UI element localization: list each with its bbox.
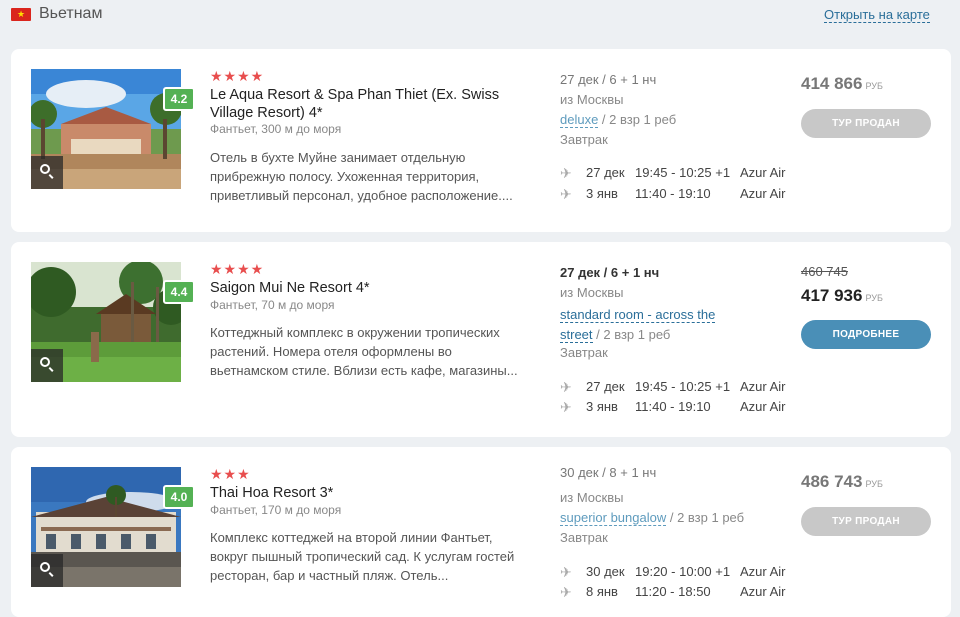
- price-value: 486 743: [801, 472, 863, 491]
- zoom-button[interactable]: [31, 554, 63, 587]
- flight-airline: Azur Air: [740, 564, 786, 579]
- plane-return-icon: ✈: [560, 186, 572, 202]
- plane-outbound-icon: ✈: [560, 165, 572, 181]
- price-value: 417 936: [801, 286, 863, 305]
- plane-return-icon: ✈: [560, 399, 572, 415]
- hotel-description: Комплекс коттеджей на второй линии Фанть…: [210, 530, 515, 583]
- rating-badge: 4.0: [163, 485, 195, 509]
- departure-city: из Москвы: [560, 92, 624, 107]
- hotel-name-link[interactable]: Le Aqua Resort & Spa Phan Thiet (Ex. Swi…: [210, 86, 510, 122]
- flight-time: 11:40 - 19:10: [635, 186, 711, 201]
- hotel-card: 4.0 ★★★ Thai Hoa Resort 3* Фантьет, 170 …: [11, 447, 951, 617]
- rating-badge: 4.4: [163, 280, 195, 304]
- flight-time: 11:40 - 19:10: [635, 399, 711, 414]
- hotel-location: Фантьет, 70 м до моря: [210, 298, 335, 312]
- hotel-name-link[interactable]: Saigon Mui Ne Resort 4*: [210, 279, 510, 297]
- tour-price: 414 866 РУБ: [801, 74, 883, 94]
- price-currency: РУБ: [865, 293, 883, 303]
- tour-sold-button[interactable]: ТУР ПРОДАН: [801, 507, 931, 536]
- flight-time: 11:20 - 18:50: [635, 584, 711, 599]
- hotel-card: 4.2 ★★★★ Le Aqua Resort & Spa Phan Thiet…: [11, 49, 951, 232]
- hotel-card: 4.4 ★★★★ Saigon Mui Ne Resort 4* Фантьет…: [11, 242, 951, 437]
- magnifier-icon: [40, 164, 50, 174]
- hotel-stars: ★★★★: [210, 261, 265, 277]
- hotel-location: Фантьет, 170 м до моря: [210, 503, 342, 517]
- flight-airline: Azur Air: [740, 165, 786, 180]
- meal-plan: Завтрак: [560, 132, 608, 147]
- flight-return: ✈ 3 янв 11:40 - 19:10 Azur Air: [560, 397, 800, 417]
- departure-city: из Москвы: [560, 490, 624, 505]
- flight-date: 8 янв: [586, 584, 618, 599]
- tour-dates: 30 дек / 8 + 1 нч: [560, 465, 657, 480]
- flight-airline: Azur Air: [740, 379, 786, 394]
- departure-city: из Москвы: [560, 285, 624, 300]
- rating-badge: 4.2: [163, 87, 195, 111]
- old-price: 460 745: [801, 264, 848, 279]
- hotel-stars: ★★★: [210, 466, 251, 482]
- meal-plan: Завтрак: [560, 345, 608, 360]
- flight-date: 3 янв: [586, 186, 618, 201]
- price-currency: РУБ: [865, 81, 883, 91]
- details-button[interactable]: ПОДРОБНЕЕ: [801, 320, 931, 349]
- flight-time: 19:45 - 10:25 +1: [635, 165, 731, 180]
- flight-date: 3 янв: [586, 399, 618, 414]
- tour-dates: 27 дек / 6 + 1 нч: [560, 72, 657, 87]
- room-info: deluxe / 2 взр 1 реб: [560, 112, 676, 128]
- room-guests: / 2 взр 1 реб: [666, 510, 745, 525]
- room-info: standard room - across the street / 2 вз…: [560, 305, 735, 345]
- room-info: superior bungalow / 2 взр 1 реб: [560, 510, 744, 526]
- open-map-link[interactable]: Открыть на карте: [824, 7, 930, 23]
- hotel-name-link[interactable]: Thai Hoa Resort 3*: [210, 484, 510, 502]
- meal-plan: Завтрак: [560, 530, 608, 545]
- flight-time: 19:20 - 10:00 +1: [635, 564, 731, 579]
- plane-return-icon: ✈: [560, 584, 572, 600]
- flight-airline: Azur Air: [740, 399, 786, 414]
- plane-outbound-icon: ✈: [560, 564, 572, 580]
- hotel-stars: ★★★★: [210, 68, 265, 84]
- tour-dates: 27 дек / 6 + 1 нч: [560, 265, 660, 280]
- magnifier-icon: [40, 562, 50, 572]
- hotel-description: Коттеджный комплекс в окружении тропичес…: [210, 325, 518, 378]
- room-type-link[interactable]: superior bungalow: [560, 510, 667, 526]
- zoom-button[interactable]: [31, 156, 63, 189]
- room-guests: / 2 взр 1 реб: [598, 112, 677, 127]
- flight-airline: Azur Air: [740, 584, 786, 599]
- flight-time: 19:45 - 10:25 +1: [635, 379, 731, 394]
- flight-outbound: ✈ 30 дек 19:20 - 10:00 +1 Azur Air: [560, 562, 800, 582]
- flight-airline: Azur Air: [740, 186, 786, 201]
- flight-outbound: ✈ 27 дек 19:45 - 10:25 +1 Azur Air: [560, 163, 800, 183]
- price-value: 414 866: [801, 74, 863, 93]
- flight-date: 27 дек: [586, 379, 625, 394]
- tour-price: 486 743 РУБ: [801, 472, 883, 492]
- tour-sold-button[interactable]: ТУР ПРОДАН: [801, 109, 931, 138]
- magnifier-icon: [40, 357, 50, 367]
- flight-outbound: ✈ 27 дек 19:45 - 10:25 +1 Azur Air: [560, 377, 800, 397]
- hotel-description: Отель в бухте Муйне занимает отдельную п…: [210, 150, 513, 203]
- room-type-link[interactable]: deluxe: [560, 112, 599, 128]
- flight-date: 30 дек: [586, 564, 625, 579]
- country-title: Вьетнам: [39, 5, 103, 22]
- flight-return: ✈ 8 янв 11:20 - 18:50 Azur Air: [560, 582, 800, 602]
- results-header: ★ Вьетнам Открыть на карте: [0, 0, 960, 36]
- flight-date: 27 дек: [586, 165, 625, 180]
- flight-return: ✈ 3 янв 11:40 - 19:10 Azur Air: [560, 184, 800, 204]
- zoom-button[interactable]: [31, 349, 63, 382]
- tour-price: 417 936 РУБ: [801, 286, 883, 306]
- room-guests: / 2 взр 1 реб: [592, 327, 671, 342]
- price-currency: РУБ: [865, 479, 883, 489]
- hotel-location: Фантьет, 300 м до моря: [210, 122, 342, 136]
- vietnam-flag-icon: ★: [11, 8, 31, 21]
- plane-outbound-icon: ✈: [560, 379, 572, 395]
